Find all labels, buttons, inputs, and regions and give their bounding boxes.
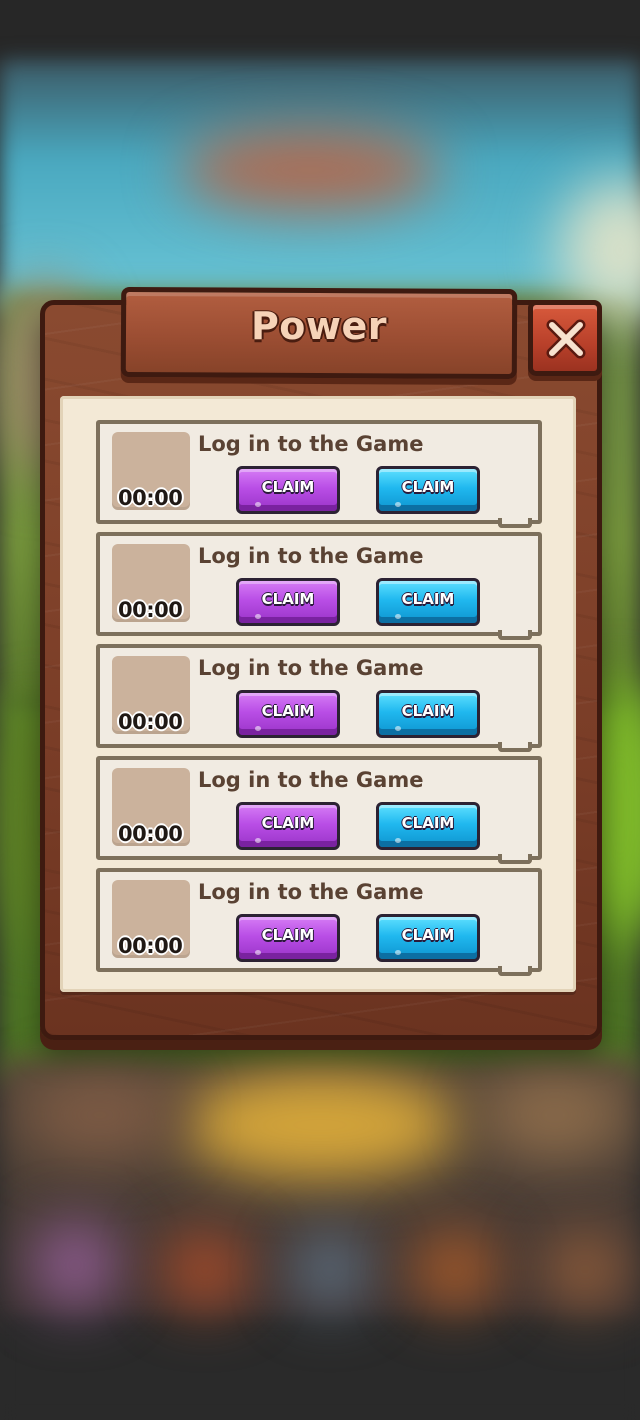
claim-purple-button[interactable]: CLAIM: [236, 802, 340, 850]
claim-blue-button[interactable]: CLAIM: [376, 690, 480, 738]
row-notch-decoration: [498, 518, 532, 528]
claim-blue-button[interactable]: CLAIM: [376, 802, 480, 850]
task-row: 00:00 Log in to the Game CLAIM CLAIM: [96, 644, 542, 752]
claim-purple-button[interactable]: CLAIM: [236, 690, 340, 738]
button-shine: [395, 838, 401, 843]
button-shine: [395, 726, 401, 731]
button-shine: [395, 950, 401, 955]
button-shine: [395, 614, 401, 619]
button-shine: [395, 502, 401, 507]
button-shine: [255, 614, 261, 619]
claim-purple-button[interactable]: CLAIM: [236, 466, 340, 514]
row-notch-decoration: [498, 630, 532, 640]
task-timer: 00:00: [118, 822, 183, 846]
button-shine: [255, 838, 261, 843]
claim-blue-button[interactable]: CLAIM: [376, 914, 480, 962]
dialog-title: Power: [250, 304, 388, 348]
task-timer: 00:00: [118, 598, 183, 622]
row-notch-decoration: [498, 854, 532, 864]
task-title: Log in to the Game: [198, 768, 424, 792]
claim-purple-button[interactable]: CLAIM: [236, 914, 340, 962]
task-title: Log in to the Game: [198, 432, 424, 456]
button-shine: [255, 726, 261, 731]
button-shine: [255, 950, 261, 955]
row-notch-decoration: [498, 742, 532, 752]
task-title: Log in to the Game: [198, 544, 424, 568]
button-shine: [255, 502, 261, 507]
task-row: 00:00 Log in to the Game CLAIM CLAIM: [96, 420, 542, 528]
task-row: 00:00 Log in to the Game CLAIM CLAIM: [96, 532, 542, 640]
claim-blue-button[interactable]: CLAIM: [376, 466, 480, 514]
row-notch-decoration: [498, 966, 532, 976]
close-x-icon: [546, 319, 586, 359]
task-timer: 00:00: [118, 710, 183, 734]
task-row: 00:00 Log in to the Game CLAIM CLAIM: [96, 756, 542, 864]
task-row: 00:00 Log in to the Game CLAIM CLAIM: [96, 868, 542, 976]
close-button[interactable]: [528, 300, 602, 376]
claim-purple-button[interactable]: CLAIM: [236, 578, 340, 626]
claim-blue-button[interactable]: CLAIM: [376, 578, 480, 626]
task-timer: 00:00: [118, 934, 183, 958]
task-title: Log in to the Game: [198, 656, 424, 680]
task-timer: 00:00: [118, 486, 183, 510]
task-title: Log in to the Game: [198, 880, 424, 904]
